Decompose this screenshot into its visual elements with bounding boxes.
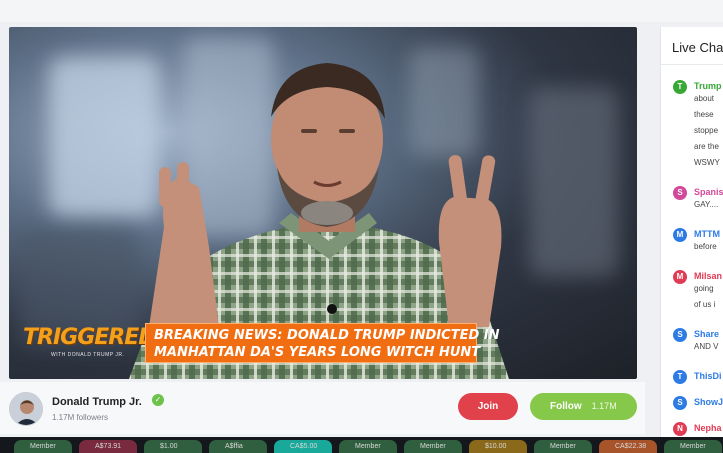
follower-count: 1.17M followers [52,413,109,422]
rant-chip[interactable]: A$73.91 [79,440,137,453]
chat-user-avatar[interactable]: T [673,80,687,94]
chat-user-avatar[interactable]: M [673,270,687,284]
chat-message-text: are the [694,142,719,151]
live-chat-panel: Live Chat T Trump about these stoppe are the W… [660,27,723,437]
follow-label: Follow [550,401,582,412]
chat-user-avatar[interactable]: T [673,370,687,384]
breaking-news-banner: BREAKING NEWS: DONALD TRUMP INDICTED IN … [145,323,500,363]
channel-name[interactable]: Donald Trump Jr. [52,396,142,408]
chat-username[interactable]: ThisDi [694,371,722,381]
chat-message-text: GAY.... [694,200,719,209]
chat-message-text: AND V [694,342,719,351]
rant-ticker: Member A$73.91 $1.00 A$ffia CA$5.00 Member Mem… [0,437,723,453]
chat-user-avatar[interactable]: S [673,186,687,200]
verified-check-icon: ✓ [152,394,164,406]
chat-message-text: going [694,284,714,293]
chat-message-text: these [694,110,714,119]
rant-chip[interactable]: Member [404,440,462,453]
chat-user-avatar[interactable]: N [673,422,687,436]
chat-username[interactable]: ShowJ [694,397,723,407]
chat-message-text: of us i [694,300,716,309]
chat-title: Live Chat [672,40,723,55]
chat-username[interactable]: Share [694,329,719,339]
chat-username[interactable]: Nepha [694,423,722,433]
chat-message-text: before [694,242,717,251]
rant-chip[interactable]: Member [339,440,397,453]
show-logo: TRIGGERED [23,325,157,350]
chat-username[interactable]: Milsan [694,271,722,281]
rant-chip[interactable]: $1.00 [144,440,202,453]
rant-chip[interactable]: CA$22.38 [599,440,657,453]
rant-chip[interactable]: A$ffia [209,440,267,453]
chat-user-avatar[interactable]: S [673,328,687,342]
chat-username[interactable]: Spanis [694,187,723,197]
join-button[interactable]: Join [458,393,518,420]
rant-chip[interactable]: $10.00 [469,440,527,453]
chat-username[interactable]: MTTM [694,229,720,239]
chat-user-avatar[interactable]: S [673,396,687,410]
rant-chip[interactable]: Member [664,440,722,453]
top-bar [0,0,723,22]
chat-user-avatar[interactable]: M [673,228,687,242]
chat-message-text: WSWY [694,158,720,167]
chat-divider [661,64,723,65]
chat-message-text: about [694,94,715,103]
follow-button[interactable]: Follow 1.17M [530,393,637,420]
chat-username[interactable]: Trump [694,81,722,91]
chat-message-text: stoppe [694,126,719,135]
show-logo-subtitle: WITH DONALD TRUMP JR. [51,352,125,358]
rant-chip[interactable]: Member [534,440,592,453]
rant-chip[interactable]: CA$5.00 [274,440,332,453]
page: TRIGGERED WITH DONALD TRUMP JR. BREAKING… [0,0,723,453]
rant-chip[interactable]: Member [14,440,72,453]
channel-avatar[interactable] [9,392,43,426]
banner-text: BREAKING NEWS: DONALD TRUMP INDICTED IN … [154,328,500,360]
video-player[interactable]: TRIGGERED WITH DONALD TRUMP JR. BREAKING… [9,27,637,379]
follow-count: 1.17M [591,401,617,411]
